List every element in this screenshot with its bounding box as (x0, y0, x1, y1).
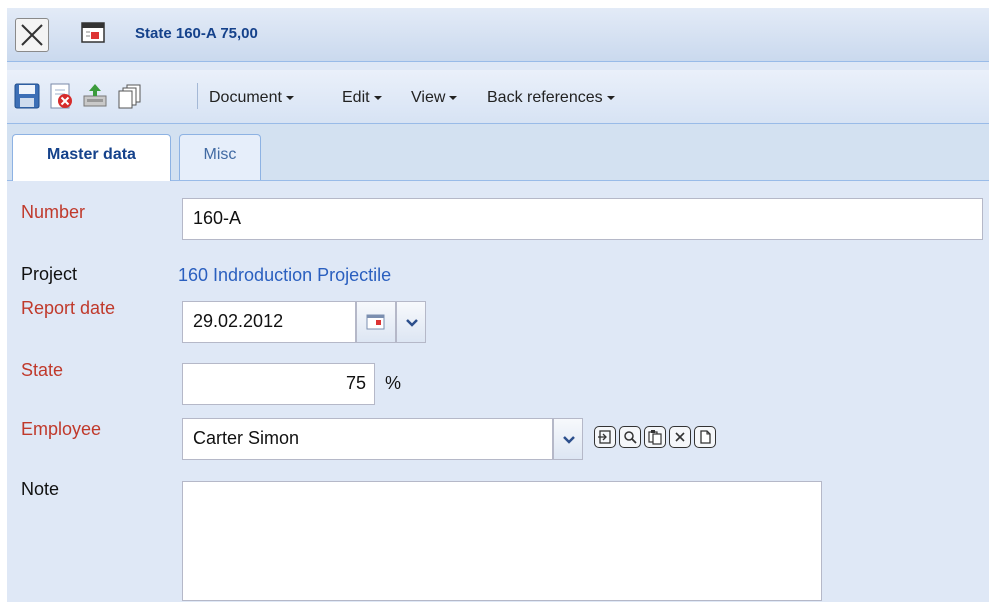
state-field[interactable]: 75 (182, 363, 375, 405)
menu-document-label: Document (209, 89, 282, 106)
employee-combo[interactable]: Carter Simon (182, 418, 553, 460)
toolbar: Document Edit View Back references (7, 70, 989, 124)
new-document-icon (700, 430, 711, 444)
note-label: Note (21, 479, 60, 499)
window-title: State 160-A 75,00 (135, 25, 258, 42)
menu-back-references[interactable]: Back references (487, 89, 615, 107)
clipboard-icon (648, 430, 662, 445)
clear-icon (675, 432, 685, 442)
project-label: Project (21, 264, 78, 284)
state-unit: % (385, 373, 402, 393)
project-link[interactable]: 160 Indroduction Projectile (178, 265, 391, 286)
menu-back-references-label: Back references (487, 89, 603, 106)
menu-edit[interactable]: Edit (342, 89, 382, 107)
close-icon (21, 24, 43, 46)
export-icon[interactable] (81, 82, 109, 110)
toolbar-separator (197, 83, 198, 109)
employee-label: Employee (21, 419, 102, 439)
employee-open-button[interactable] (594, 426, 616, 448)
chevron-down-icon (406, 319, 418, 327)
report-date-field[interactable]: 29.02.2012 (182, 301, 356, 343)
employee-search-button[interactable] (619, 426, 641, 448)
open-record-icon (598, 430, 611, 444)
state-label: State (21, 360, 64, 380)
chevron-down-icon (563, 436, 575, 444)
employee-copy-button[interactable] (644, 426, 666, 448)
caret-down-icon (449, 95, 458, 100)
record-window: State 160-A 75,00 Document Edit View Bac… (7, 8, 989, 602)
employee-clear-button[interactable] (669, 426, 691, 448)
report-date-dropdown-button[interactable] (396, 301, 426, 343)
date-picker-button[interactable] (356, 301, 396, 343)
number-label: Number (21, 202, 86, 222)
close-button[interactable] (15, 18, 49, 52)
employee-new-button[interactable] (694, 426, 716, 448)
menu-view[interactable]: View (411, 89, 458, 107)
calendar-icon (366, 314, 385, 330)
tab-master-data[interactable]: Master data (12, 134, 171, 181)
note-textarea[interactable] (182, 481, 822, 601)
menu-view-label: View (411, 89, 446, 106)
employee-dropdown-button[interactable] (553, 418, 583, 460)
save-icon[interactable] (13, 82, 41, 110)
search-icon (624, 431, 637, 444)
number-field[interactable]: 160-A (182, 198, 983, 240)
caret-down-icon (285, 95, 294, 100)
copy-icon[interactable] (115, 82, 143, 110)
report-date-label: Report date (21, 298, 116, 318)
delete-icon[interactable] (47, 82, 75, 110)
menu-edit-label: Edit (342, 89, 370, 106)
master-data-form: Number 160-A Project 160 Indroduction Pr… (7, 181, 989, 602)
menu-document[interactable]: Document (209, 89, 294, 107)
caret-down-icon (606, 95, 615, 100)
caret-down-icon (373, 95, 382, 100)
calendar-record-icon (81, 22, 105, 43)
title-bar: State 160-A 75,00 (7, 8, 989, 62)
tab-misc[interactable]: Misc (179, 134, 261, 180)
tab-strip: Master data Misc (7, 124, 989, 181)
